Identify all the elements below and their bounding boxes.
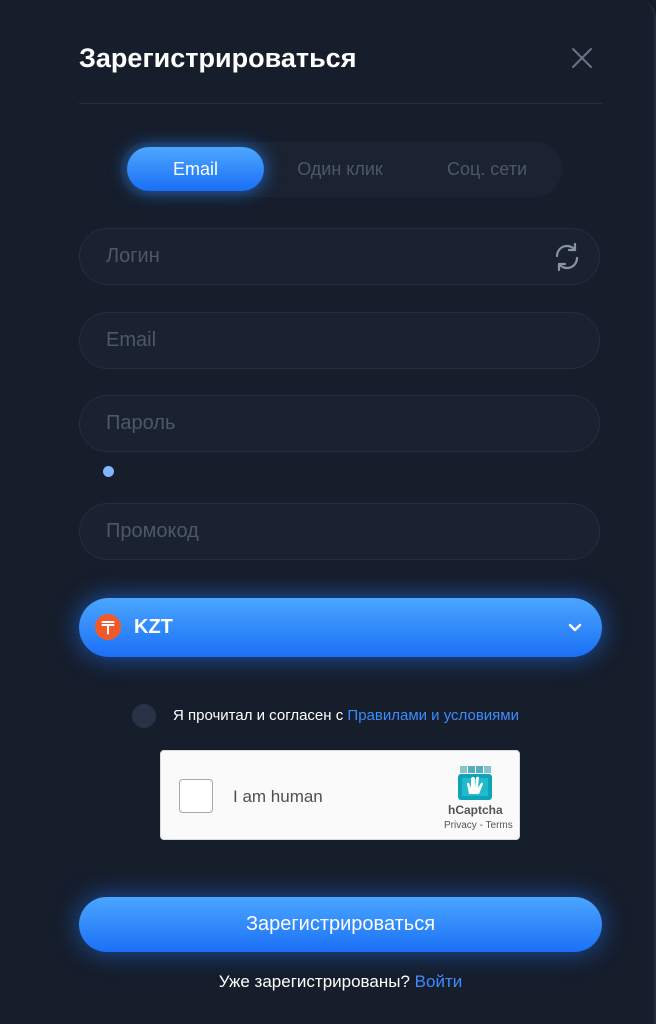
email-field (79, 312, 600, 369)
terms-link-captcha[interactable]: Terms (486, 820, 513, 831)
hcaptcha-logo-icon (458, 766, 492, 800)
privacy-link[interactable]: Privacy (444, 820, 477, 831)
links-separator: - (476, 820, 486, 831)
tenge-icon (95, 614, 121, 640)
password-input[interactable] (80, 396, 599, 451)
currency-select[interactable]: KZT (79, 598, 602, 657)
captcha-checkbox[interactable] (179, 779, 213, 813)
terms-agree-label: Я прочитал и согласен с Правилами и усло… (173, 707, 519, 724)
registration-modal: Зарегистрироваться Email Один клик Соц. … (0, 0, 656, 1024)
login-prompt-text: Уже зарегистрированы? (218, 972, 410, 991)
login-field (79, 228, 600, 285)
login-input[interactable] (80, 229, 599, 284)
password-field (79, 395, 600, 452)
currency-label: KZT (134, 616, 173, 638)
tab-one-click[interactable]: Один клик (268, 147, 412, 191)
tab-social[interactable]: Соц. сети (416, 147, 558, 191)
promo-field (79, 503, 600, 560)
promo-input[interactable] (80, 504, 599, 559)
hcaptcha-widget: I am human hCaptcha Privacy - Terms (160, 750, 520, 840)
tab-email[interactable]: Email (127, 147, 264, 191)
login-prompt: Уже зарегистрированы? Войти (0, 972, 656, 992)
terms-agree-checkbox[interactable] (132, 704, 156, 728)
register-button[interactable]: Зарегистрироваться (79, 897, 602, 952)
email-input[interactable] (80, 313, 599, 368)
header-divider (79, 103, 602, 104)
hcaptcha-brand: hCaptcha (448, 803, 503, 817)
chevron-down-icon (568, 623, 582, 632)
modal-title: Зарегистрироваться (79, 43, 357, 73)
login-link[interactable]: Войти (415, 972, 463, 991)
registration-type-tabs: Email Один клик Соц. сети (120, 142, 562, 197)
captcha-label: I am human (233, 787, 323, 806)
close-icon[interactable] (566, 42, 598, 74)
password-strength-indicator (103, 466, 114, 477)
refresh-icon[interactable] (551, 241, 583, 273)
terms-agree-text: Я прочитал и согласен с (173, 707, 344, 724)
hcaptcha-links: Privacy - Terms (444, 820, 513, 831)
terms-link[interactable]: Правилами и условиями (347, 707, 519, 724)
